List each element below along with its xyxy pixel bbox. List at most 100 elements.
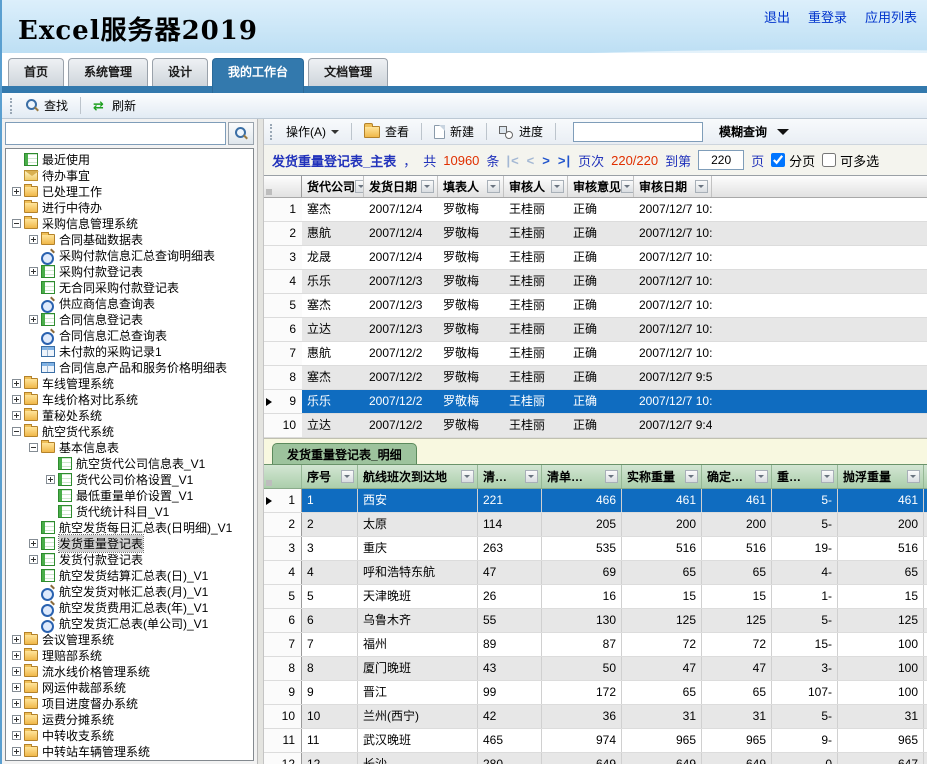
tab-item[interactable]: 设计 (152, 58, 208, 86)
tree-item[interactable]: 理赔部系统 (6, 647, 253, 663)
row-number-cell[interactable]: 6 (264, 318, 302, 341)
expand-icon[interactable] (12, 411, 21, 420)
filter-dropdown-icon[interactable] (341, 470, 354, 483)
tab-item[interactable]: 首页 (8, 58, 64, 86)
tree-item[interactable]: 航空货代公司信息表_V1 (6, 455, 253, 471)
table-cell[interactable]: 正确 (568, 342, 634, 365)
row-number-cell[interactable]: 8 (264, 366, 302, 389)
table-cell[interactable]: 正确 (568, 414, 634, 437)
table-cell[interactable]: 100 (838, 681, 924, 704)
goto-page-input[interactable] (698, 150, 744, 170)
table-cell[interactable]: 535 (542, 537, 622, 560)
table-cell[interactable]: 172 (542, 681, 622, 704)
table-cell[interactable]: 0 (772, 753, 838, 764)
table-cell[interactable]: 42 (478, 705, 542, 728)
table-cell[interactable]: -3 (772, 657, 838, 680)
table-cell[interactable]: 43 (478, 657, 542, 680)
table-row[interactable]: 8塞杰2007/12/2罗敬梅王桂丽正确2007/12/7 9:51 (264, 366, 927, 390)
table-cell[interactable]: 965 (838, 729, 924, 752)
expand-icon[interactable] (12, 379, 21, 388)
table-cell[interactable]: 65 (622, 681, 702, 704)
table-cell[interactable]: 200 (702, 513, 772, 536)
table-cell[interactable]: 2007/12/7 10:20 (634, 222, 712, 245)
table-cell[interactable]: -5 (772, 513, 838, 536)
tab-item[interactable]: 我的工作台 (212, 58, 304, 93)
tree-item[interactable]: 采购付款登记表 (6, 263, 253, 279)
filter-dropdown-icon[interactable] (907, 470, 920, 483)
table-row[interactable]: 4乐乐2007/12/3罗敬梅王桂丽正确2007/12/7 10:19 (264, 270, 927, 294)
collapse-icon[interactable] (12, 219, 21, 228)
filter-dropdown-icon[interactable] (487, 180, 500, 193)
row-number-cell[interactable]: 9 (264, 390, 302, 413)
quick-filter-input[interactable] (573, 122, 703, 142)
table-cell[interactable]: 2007/12/2 (364, 390, 438, 413)
table-row[interactable]: 6立达2007/12/3罗敬梅王桂丽正确2007/12/7 10:18 (264, 318, 927, 342)
filter-dropdown-icon[interactable] (605, 470, 618, 483)
table-cell[interactable]: 87 (542, 633, 622, 656)
tree-item[interactable]: 合同基础数据表 (6, 231, 253, 247)
table-cell[interactable]: 3 (302, 537, 358, 560)
expand-icon[interactable] (12, 683, 21, 692)
table-cell[interactable]: 罗敬梅 (438, 198, 504, 221)
tree-item[interactable]: 中转收支系统 (6, 727, 253, 743)
filter-dropdown-icon[interactable] (621, 180, 634, 193)
table-cell[interactable]: 2007/12/3 (364, 270, 438, 293)
table-row[interactable]: 1212长沙2806496496490647 (264, 753, 927, 764)
table-cell[interactable]: 649 (622, 753, 702, 764)
table-cell[interactable]: 罗敬梅 (438, 294, 504, 317)
table-cell[interactable]: 9 (302, 681, 358, 704)
table-cell[interactable]: -1 (772, 585, 838, 608)
table-cell[interactable]: 惠航 (302, 222, 364, 245)
table-cell[interactable]: -19 (772, 537, 838, 560)
expand-icon[interactable] (12, 187, 21, 196)
tree-item[interactable]: 流水线价格管理系统 (6, 663, 253, 679)
table-cell[interactable]: 武汉晚班 (358, 729, 478, 752)
table-cell[interactable]: 乐乐 (302, 390, 364, 413)
column-header[interactable]: 确定… (702, 465, 772, 488)
table-cell[interactable]: 立达 (302, 414, 364, 437)
tree-item[interactable]: 航空发货每日汇总表(日明细)_V1 (6, 519, 253, 535)
tree-item[interactable]: 航空发货费用汇总表(年)_V1 (6, 599, 253, 615)
table-cell[interactable]: 王桂丽 (504, 366, 568, 389)
select-all-corner[interactable] (264, 465, 302, 488)
relogin-link[interactable]: 重登录 (808, 7, 847, 26)
filter-dropdown-icon[interactable] (551, 180, 564, 193)
detail-tab[interactable]: 发货重量登记表_明细 (272, 443, 417, 464)
table-cell[interactable]: 65 (702, 561, 772, 584)
prev-page-button[interactable]: < (527, 153, 536, 168)
tree-item[interactable]: 已处理工作 (6, 183, 253, 199)
table-cell[interactable]: 516 (702, 537, 772, 560)
row-number-cell[interactable]: 10 (264, 414, 302, 437)
table-cell[interactable]: 8 (302, 657, 358, 680)
table-cell[interactable]: 31 (622, 705, 702, 728)
table-cell[interactable]: 天津晚班 (358, 585, 478, 608)
table-row[interactable]: 11西安221466461461-5461 (264, 489, 927, 513)
expand-icon[interactable] (12, 667, 21, 676)
tree-item[interactable]: 货代公司价格设置_V1 (6, 471, 253, 487)
table-cell[interactable]: -15 (772, 633, 838, 656)
table-cell[interactable]: 221 (478, 489, 542, 512)
table-row[interactable]: 77福州89877272-15100 (264, 633, 927, 657)
row-number-cell[interactable]: 1 (264, 489, 302, 512)
table-cell[interactable]: 罗敬梅 (438, 414, 504, 437)
expand-icon[interactable] (29, 555, 38, 564)
row-number-cell[interactable]: 3 (264, 537, 302, 560)
table-cell[interactable]: 125 (838, 609, 924, 632)
table-cell[interactable]: 65 (838, 561, 924, 584)
refresh-button[interactable]: 刷新 (86, 95, 143, 116)
table-cell[interactable]: 65 (702, 681, 772, 704)
table-cell[interactable]: 乌鲁木齐 (358, 609, 478, 632)
table-cell[interactable]: 厦门晚班 (358, 657, 478, 680)
table-cell[interactable]: 15 (838, 585, 924, 608)
table-row[interactable]: 1塞杰2007/12/4罗敬梅王桂丽正确2007/12/7 10:21 (264, 198, 927, 222)
table-cell[interactable]: 263 (478, 537, 542, 560)
row-number-cell[interactable]: 7 (264, 342, 302, 365)
tree-item[interactable]: 中转站车辆管理系统 (6, 743, 253, 759)
table-cell[interactable]: 罗敬梅 (438, 318, 504, 341)
table-cell[interactable]: 2007/12/7 10:18 (634, 318, 712, 341)
table-cell[interactable]: 461 (622, 489, 702, 512)
column-header[interactable]: 审核意见 (568, 176, 634, 197)
tree-item[interactable]: 航空货代系统 (6, 423, 253, 439)
table-cell[interactable]: 965 (702, 729, 772, 752)
tree-item[interactable]: 车线管理系统 (6, 375, 253, 391)
